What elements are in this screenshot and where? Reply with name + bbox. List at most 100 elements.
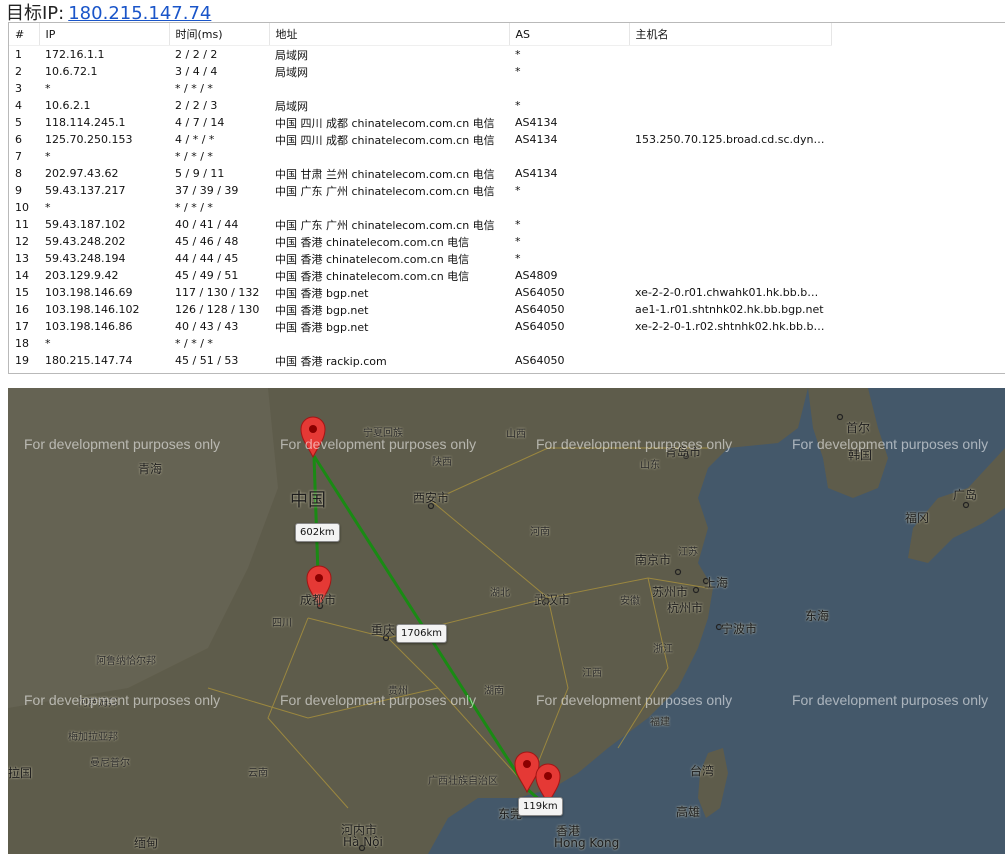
- address-cell: [269, 80, 509, 97]
- address-cell: 中国 广东 广州 chinatelecom.com.cn 电信: [275, 184, 495, 198]
- place-label: 山东: [640, 460, 660, 471]
- address-cell: 中国 香港 chinatelecom.com.cn 电信: [275, 252, 470, 266]
- as-cell: *: [515, 218, 521, 231]
- as-cell: AS4134: [515, 133, 558, 146]
- table-row[interactable]: 2 10.6.72.1 3 / 4 / 4 局域网 *: [9, 63, 831, 80]
- table-row[interactable]: 5 118.114.245.1 4 / 7 / 14 中国 四川 成都 chinate…: [9, 114, 831, 131]
- place-label: 阿鲁纳恰尔邦: [96, 656, 156, 667]
- place-label: 武汉市: [534, 593, 571, 607]
- watermark: For development purposes only: [24, 436, 221, 452]
- table-row[interactable]: 13 59.43.248.194 44 / 44 / 45 中国 香港 chinate…: [9, 250, 831, 267]
- table-row[interactable]: 14 203.129.9.42 45 / 49 / 51 中国 香港 chinatel…: [9, 267, 831, 284]
- place-label: 西安市: [413, 491, 450, 505]
- table-row[interactable]: 12 59.43.248.202 45 / 46 / 48 中国 香港 chinate…: [9, 233, 831, 250]
- hop-cell: 17: [15, 320, 29, 333]
- as-cell: AS4134: [515, 167, 558, 180]
- hostname-cell: [629, 80, 831, 97]
- table-row[interactable]: 10 * * / * / *: [9, 199, 831, 216]
- col-address[interactable]: 地址: [269, 23, 510, 46]
- place-label: 南京市: [635, 553, 672, 567]
- watermark: For development purposes only: [792, 436, 989, 452]
- as-cell: [509, 80, 629, 97]
- ip-cell: 10.6.72.1: [45, 65, 98, 78]
- ip-cell: 180.215.147.74: [45, 354, 133, 367]
- hop-cell: 10: [15, 201, 29, 214]
- hop-cell: 11: [15, 218, 29, 231]
- ip-cell: 103.198.146.102: [45, 303, 140, 316]
- place-label: 缅甸: [134, 836, 159, 850]
- time-cell: * / * / *: [175, 82, 213, 95]
- ip-cell: *: [45, 337, 51, 350]
- time-cell: 45 / 46 / 48: [175, 235, 239, 248]
- place-label: 梅加拉亚邦: [68, 732, 118, 743]
- ip-cell: 59.43.248.194: [45, 252, 126, 265]
- place-label: 成都市: [300, 593, 337, 607]
- hostname-cell: xe-2-2-0-1.r02.shtnhk02.hk.bb.bgp...: [635, 320, 831, 333]
- hop-cell: 16: [15, 303, 29, 316]
- ip-cell: 202.97.43.62: [45, 167, 119, 180]
- col-as[interactable]: AS: [509, 23, 630, 46]
- time-cell: 117 / 130 / 132: [175, 286, 260, 299]
- ip-cell: 59.43.187.102: [45, 218, 126, 231]
- hop-cell: 15: [15, 286, 29, 299]
- ip-cell: *: [45, 201, 51, 214]
- distance-label: 1706km: [396, 624, 447, 643]
- hop-cell: 19: [15, 354, 29, 367]
- ip-cell: 59.43.137.217: [45, 184, 126, 197]
- col-time[interactable]: 时间(ms): [169, 23, 270, 46]
- place-label: Hong Kong: [554, 836, 620, 850]
- place-label: 中国: [290, 490, 326, 511]
- hop-cell: 6: [15, 133, 22, 146]
- place-label: 拉国: [8, 766, 33, 780]
- place-label: 青海: [138, 462, 163, 476]
- col-ip[interactable]: IP: [39, 23, 170, 46]
- time-cell: 3 / 4 / 4: [175, 65, 218, 78]
- time-cell: 44 / 44 / 45: [175, 252, 239, 265]
- place-label: 湖北: [490, 588, 510, 599]
- place-label: Hà Nội: [343, 835, 383, 849]
- route-map[interactable]: 中国 西安市 成都市 重庆 武汉市 南京市 苏州市 上海 杭州市 宁波市 青岛市 首尔 韩国 福冈 广岛 台湾…: [8, 388, 1005, 854]
- hostname-cell: [629, 250, 831, 267]
- as-cell: *: [515, 252, 521, 265]
- table-row[interactable]: 7 * * / * / *: [9, 148, 831, 165]
- address-cell: 中国 香港 chinatelecom.com.cn 电信: [275, 235, 470, 249]
- hostname-cell: [629, 97, 831, 114]
- hop-cell: 3: [15, 82, 22, 95]
- address-cell: 中国 甘肃 兰州 chinatelecom.com.cn 电信: [275, 167, 495, 181]
- as-cell: *: [515, 184, 521, 197]
- ip-cell: 103.198.146.86: [45, 320, 133, 333]
- hostname-cell: [629, 148, 831, 165]
- place-label: 福冈: [905, 511, 930, 525]
- as-cell: [509, 199, 629, 216]
- ip-cell: *: [45, 82, 51, 95]
- table-row[interactable]: 8 202.97.43.62 5 / 9 / 11 中国 甘肃 兰州 chinatel…: [9, 165, 831, 182]
- traceroute-table: # IP 时间(ms) 地址 AS 主机名 1 172.16.1.1 2 / 2 /…: [9, 23, 832, 369]
- table-row[interactable]: 15 103.198.146.69 117 / 130 / 132 中国 香港 bgp…: [9, 284, 831, 301]
- table-row[interactable]: 9 59.43.137.217 37 / 39 / 39 中国 广东 广州 china…: [9, 182, 831, 199]
- watermark: For development purposes only: [792, 692, 989, 708]
- table-row[interactable]: 6 125.70.250.153 4 / * / * 中国 四川 成都 chinate…: [9, 131, 831, 148]
- table-row[interactable]: 11 59.43.187.102 40 / 41 / 44 中国 广东 广州 chin…: [9, 216, 831, 233]
- place-label: 安徽: [620, 596, 640, 607]
- address-cell: 局域网: [275, 99, 308, 113]
- table-row[interactable]: 4 10.6.2.1 2 / 2 / 3 局域网 *: [9, 97, 831, 114]
- hostname-cell: 153.250.70.125.broad.cd.sc.dynam...: [635, 133, 831, 146]
- place-label: 宁波市: [721, 622, 758, 636]
- ip-cell: 118.114.245.1: [45, 116, 126, 129]
- table-row[interactable]: 16 103.198.146.102 126 / 128 / 130 中国 香港 bg…: [9, 301, 831, 318]
- table-row[interactable]: 18 * * / * / *: [9, 335, 831, 352]
- col-hop[interactable]: #: [9, 23, 40, 46]
- place-label: 台湾: [690, 764, 715, 778]
- ip-cell: 172.16.1.1: [45, 48, 105, 61]
- time-cell: 45 / 49 / 51: [175, 269, 239, 282]
- table-row[interactable]: 1 172.16.1.1 2 / 2 / 2 局域网 *: [9, 46, 831, 64]
- address-cell: [269, 199, 509, 216]
- table-row[interactable]: 3 * * / * / *: [9, 80, 831, 97]
- place-label: 江苏: [678, 547, 698, 558]
- as-cell: [509, 335, 629, 352]
- as-cell: *: [515, 48, 521, 61]
- target-ip-link[interactable]: 180.215.147.74: [68, 3, 211, 24]
- col-hostname[interactable]: 主机名: [629, 23, 832, 46]
- table-row[interactable]: 17 103.198.146.86 40 / 43 / 43 中国 香港 bgp.ne…: [9, 318, 831, 335]
- table-row[interactable]: 19 180.215.147.74 45 / 51 / 53 中国 香港 rackip…: [9, 352, 831, 369]
